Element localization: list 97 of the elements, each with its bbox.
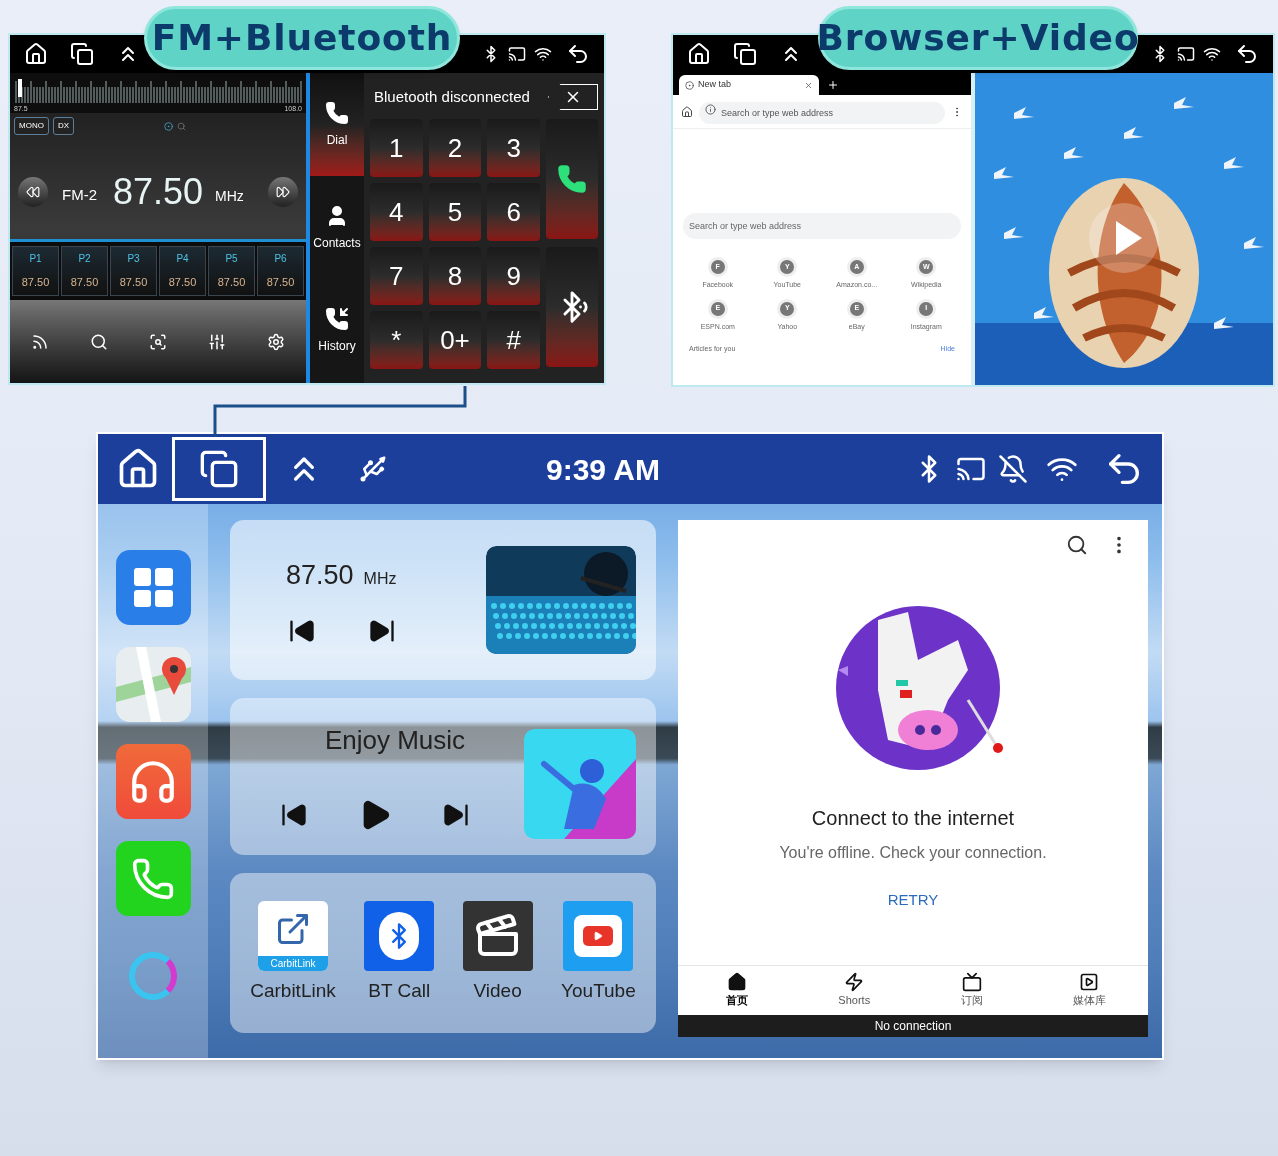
search-icon[interactable] bbox=[89, 332, 108, 351]
preset-button[interactable]: P4 87.50 bbox=[159, 246, 206, 296]
recent-apps-icon[interactable] bbox=[199, 449, 239, 489]
wireless-icon bbox=[534, 45, 552, 63]
retry-button[interactable]: RETRY bbox=[879, 887, 947, 914]
radio-card[interactable]: 87.50 MHz bbox=[230, 520, 656, 680]
unit-label: MHz bbox=[215, 186, 244, 206]
frequency-display: 87.50 bbox=[113, 170, 204, 214]
play-icon bbox=[563, 900, 634, 971]
app-shortcut[interactable]: BT Call bbox=[364, 900, 435, 1006]
app-grid-icon[interactable] bbox=[115, 550, 191, 625]
connection-status: Bluetooth disconnected bbox=[374, 86, 530, 107]
keypad-key[interactable]: 4 bbox=[370, 183, 423, 241]
music-title: Enjoy Music bbox=[324, 724, 466, 757]
bell-off-icon bbox=[998, 454, 1028, 484]
home-icon[interactable] bbox=[681, 105, 693, 118]
app-shortcut[interactable]: Video bbox=[462, 900, 533, 1006]
equalizer-icon[interactable] bbox=[208, 332, 227, 351]
phone-icon bbox=[557, 164, 587, 194]
dial-icon bbox=[325, 100, 349, 125]
bottom-nav-tab[interactable]: 首页 bbox=[678, 966, 796, 1015]
phone-nav-tab[interactable]: Contacts bbox=[310, 176, 364, 280]
cast-icon bbox=[1177, 45, 1195, 63]
unit-label: MHz bbox=[363, 569, 397, 590]
home-icon[interactable] bbox=[24, 42, 48, 66]
keypad-key[interactable]: 0+ bbox=[428, 311, 482, 369]
bottom-nav-tab[interactable]: 媒体库 bbox=[1030, 966, 1148, 1015]
status-banner: No connection bbox=[678, 1015, 1148, 1037]
preset-button[interactable]: P3 87.50 bbox=[110, 246, 157, 296]
info-icon bbox=[705, 104, 716, 115]
frequency-display: 87.50 bbox=[286, 558, 354, 592]
keypad-key[interactable]: 2 bbox=[428, 119, 482, 177]
back-icon[interactable] bbox=[566, 42, 590, 66]
bottom-nav-tab[interactable]: Shorts bbox=[795, 966, 913, 1015]
music-card[interactable]: Enjoy Music bbox=[230, 698, 656, 855]
back-icon[interactable] bbox=[1235, 42, 1259, 66]
tuning-scale[interactable] bbox=[12, 77, 304, 105]
play-square-icon bbox=[1079, 972, 1100, 993]
keypad-key[interactable]: 3 bbox=[487, 119, 540, 177]
new-tab-icon[interactable] bbox=[827, 79, 839, 91]
preset-button[interactable]: P6 87.50 bbox=[257, 246, 304, 296]
keypad-key[interactable]: 1 bbox=[370, 119, 423, 177]
close-icon[interactable] bbox=[804, 80, 813, 90]
offline-title: Connect to the internet bbox=[810, 806, 1016, 831]
offline-message: You're offline. Check your connection. bbox=[778, 843, 1048, 863]
signal-icon[interactable] bbox=[30, 332, 49, 351]
preset-button[interactable]: P1 87.50 bbox=[12, 246, 59, 296]
dot-icon bbox=[164, 121, 173, 131]
keypad-key[interactable]: 5 bbox=[428, 183, 482, 241]
app-shortcut[interactable]: YouTube bbox=[561, 900, 636, 1006]
bluetooth-icon bbox=[364, 900, 435, 971]
headphones-icon[interactable] bbox=[115, 744, 191, 819]
keypad-key[interactable]: 8 bbox=[428, 247, 482, 305]
phone-nav-tab[interactable]: History bbox=[310, 279, 364, 383]
mode-button[interactable]: DX bbox=[52, 117, 74, 135]
band-label: FM-2 bbox=[62, 184, 97, 205]
app-icon: CarbitLink bbox=[258, 900, 328, 971]
keypad-key[interactable]: 6 bbox=[487, 183, 540, 241]
browser-tab[interactable]: New tab bbox=[679, 75, 819, 95]
lightning-icon bbox=[844, 972, 865, 993]
wireless-icon bbox=[1203, 45, 1221, 63]
phone-nav-tab[interactable]: Dial bbox=[310, 73, 364, 177]
tv-icon bbox=[961, 972, 982, 993]
preset-button[interactable]: P5 87.50 bbox=[208, 246, 255, 296]
clapperboard-icon bbox=[462, 900, 533, 971]
history-icon bbox=[325, 307, 349, 332]
recent-apps-icon[interactable] bbox=[733, 42, 757, 66]
seek-back-button[interactable] bbox=[18, 177, 48, 207]
keypad-key[interactable]: 9 bbox=[487, 247, 540, 305]
call-button[interactable] bbox=[546, 119, 598, 239]
search-field[interactable]: Search or type web address bbox=[683, 213, 961, 239]
search-icon bbox=[177, 121, 186, 131]
settings-icon[interactable] bbox=[267, 332, 286, 351]
home-icon[interactable] bbox=[687, 42, 711, 66]
bluetooth-settings-button[interactable] bbox=[546, 247, 598, 367]
clock: 9:39 AM bbox=[546, 451, 660, 488]
rewind-icon bbox=[26, 185, 40, 199]
feature-label: FM+Bluetooth bbox=[144, 6, 460, 70]
recent-apps-icon[interactable] bbox=[70, 42, 94, 66]
home-icon bbox=[726, 972, 747, 993]
scan-icon[interactable] bbox=[148, 332, 167, 351]
seek-forward-button[interactable] bbox=[268, 177, 298, 207]
address-field[interactable]: Search or type web address bbox=[699, 102, 945, 124]
map-icon[interactable] bbox=[115, 647, 191, 722]
preset-button[interactable]: P2 87.50 bbox=[61, 246, 108, 296]
app-shortcut[interactable]: CarbitLink CarbitLink bbox=[250, 900, 336, 1006]
bottom-nav-tab[interactable]: 订阅 bbox=[913, 966, 1031, 1015]
globe-icon bbox=[685, 80, 694, 90]
usb-icon bbox=[358, 454, 388, 484]
fast-forward-icon bbox=[276, 185, 290, 199]
feature-label: Browser+Video bbox=[818, 6, 1138, 70]
keypad-key[interactable]: 7 bbox=[370, 247, 423, 305]
mode-button[interactable]: MONO bbox=[14, 117, 49, 135]
keypad-key[interactable]: # bbox=[487, 311, 540, 369]
keypad-key[interactable]: * bbox=[370, 311, 423, 369]
cast-icon bbox=[508, 45, 526, 63]
search-icon[interactable] bbox=[1066, 534, 1088, 556]
